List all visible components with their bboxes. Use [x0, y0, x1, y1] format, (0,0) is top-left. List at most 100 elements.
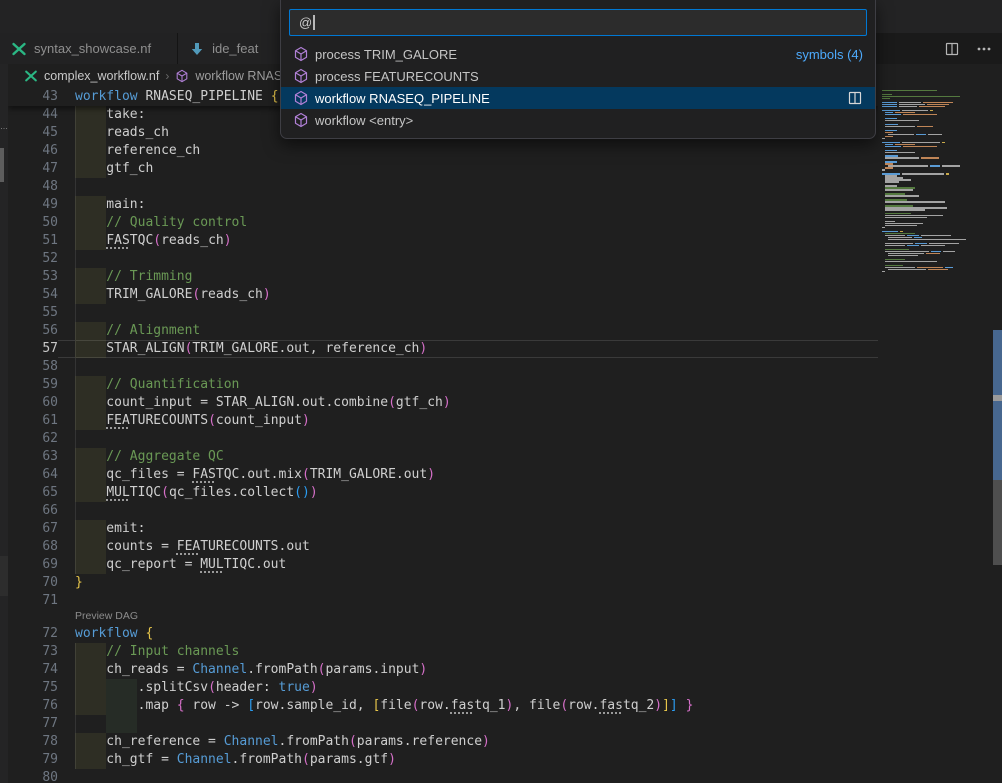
line-number[interactable]: 49: [8, 196, 58, 214]
code-line[interactable]: 56 // Alignment: [8, 322, 878, 340]
line-number[interactable]: 47: [8, 160, 58, 178]
code-line[interactable]: 49 main:: [8, 196, 878, 214]
code-line[interactable]: 73 // Input channels: [8, 643, 878, 661]
code-line[interactable]: 60 count_input = STAR_ALIGN.out.combine(…: [8, 394, 878, 412]
line-number[interactable]: 52: [8, 250, 58, 268]
line-number[interactable]: 43: [8, 88, 58, 106]
line-number[interactable]: 69: [8, 556, 58, 574]
quick-pick-item[interactable]: workflow <entry>: [281, 109, 875, 131]
line-number[interactable]: 77: [8, 715, 58, 733]
line-number[interactable]: 62: [8, 430, 58, 448]
code-line[interactable]: 57 STAR_ALIGN(TRIM_GALORE.out, reference…: [8, 340, 878, 358]
code-line[interactable]: 47 gtf_ch: [8, 160, 878, 178]
code-line[interactable]: 78 ch_reference = Channel.fromPath(param…: [8, 733, 878, 751]
line-number[interactable]: 57: [8, 340, 58, 358]
code-line[interactable]: 75 .splitCsv(header: true): [8, 679, 878, 697]
quick-pick-item[interactable]: process TRIM_GALOREsymbols (4): [281, 43, 875, 65]
code-line[interactable]: 64 qc_files = FASTQC.out.mix(TRIM_GALORE…: [8, 466, 878, 484]
indent-highlight-band: [75, 697, 106, 715]
breadcrumb-file[interactable]: complex_workflow.nf: [44, 69, 159, 83]
line-number[interactable]: 59: [8, 376, 58, 394]
code-line[interactable]: 54 TRIM_GALORE(reads_ch): [8, 286, 878, 304]
open-to-side-icon[interactable]: [847, 90, 863, 106]
code-line[interactable]: 51 FASTQC(reads_ch): [8, 232, 878, 250]
nextflow-icon: [24, 69, 38, 83]
line-number[interactable]: 46: [8, 142, 58, 160]
code-line[interactable]: 79 ch_gtf = Channel.fromPath(params.gtf): [8, 751, 878, 769]
code-line[interactable]: 80: [8, 769, 878, 783]
code-line[interactable]: 59 // Quantification: [8, 376, 878, 394]
code-line[interactable]: 55: [8, 304, 878, 322]
code-line[interactable]: 74 ch_reads = Channel.fromPath(params.in…: [8, 661, 878, 679]
code-line[interactable]: 72workflow {: [8, 625, 878, 643]
quick-pick-input[interactable]: @: [289, 9, 867, 36]
tab-syntax-showcase[interactable]: syntax_showcase.nf: [0, 33, 178, 64]
code-line[interactable]: 62: [8, 430, 878, 448]
quick-pick-item[interactable]: process FEATURECOUNTS: [281, 65, 875, 87]
line-number[interactable]: 74: [8, 661, 58, 679]
code-line[interactable]: 67 emit:: [8, 520, 878, 538]
line-number[interactable]: 78: [8, 733, 58, 751]
code-line[interactable]: 69 qc_report = MULTIQC.out: [8, 556, 878, 574]
line-number[interactable]: 64: [8, 466, 58, 484]
line-number[interactable]: 58: [8, 358, 58, 376]
line-number[interactable]: 79: [8, 751, 58, 769]
line-number[interactable]: 55: [8, 304, 58, 322]
line-number[interactable]: 51: [8, 232, 58, 250]
breadcrumb-separator: ›: [165, 69, 169, 83]
code-line[interactable]: 76 .map { row -> [row.sample_id, [file(r…: [8, 697, 878, 715]
line-number[interactable]: 75: [8, 679, 58, 697]
split-editor-icon[interactable]: [944, 41, 960, 57]
line-number[interactable]: 80: [8, 769, 58, 783]
line-number[interactable]: 56: [8, 322, 58, 340]
code-line[interactable]: 66: [8, 502, 878, 520]
line-number[interactable]: 76: [8, 697, 58, 715]
more-actions-icon[interactable]: [976, 41, 992, 57]
code-line-content: ch_gtf = Channel.fromPath(params.gtf): [58, 751, 878, 769]
line-number[interactable]: 68: [8, 538, 58, 556]
symbol-cube-icon: [175, 69, 189, 83]
line-number[interactable]: 53: [8, 268, 58, 286]
code-editor[interactable]: 43workflow RNASEQ_PIPELINE {44 take:45 r…: [8, 88, 878, 783]
line-number[interactable]: 67: [8, 520, 58, 538]
overview-ruler[interactable]: [993, 88, 1002, 783]
line-number[interactable]: 60: [8, 394, 58, 412]
ruler-scrollbar-slider[interactable]: [993, 480, 1002, 565]
line-number[interactable]: 66: [8, 502, 58, 520]
code-line[interactable]: 77: [8, 715, 878, 733]
code-line[interactable]: 68 counts = FEATURECOUNTS.out: [8, 538, 878, 556]
code-line[interactable]: 52: [8, 250, 878, 268]
line-number[interactable]: 50: [8, 214, 58, 232]
line-number[interactable]: 73: [8, 643, 58, 661]
code-line[interactable]: 65 MULTIQC(qc_files.collect()): [8, 484, 878, 502]
indent-guide: [75, 502, 76, 520]
sliver-scroll-handle[interactable]: [0, 148, 4, 182]
quick-pick-item[interactable]: workflow RNASEQ_PIPELINE: [281, 87, 875, 109]
code-line[interactable]: 71: [8, 592, 878, 610]
line-number[interactable]: 61: [8, 412, 58, 430]
code-line[interactable]: 63 // Aggregate QC: [8, 448, 878, 466]
indent-highlight-band: [75, 286, 106, 304]
line-number[interactable]: 44: [8, 106, 58, 124]
code-line[interactable]: 61 FEATURECOUNTS(count_input): [8, 412, 878, 430]
line-number[interactable]: 70: [8, 574, 58, 592]
code-line[interactable]: 46 reference_ch: [8, 142, 878, 160]
line-number[interactable]: 45: [8, 124, 58, 142]
line-number[interactable]: 65: [8, 484, 58, 502]
code-line[interactable]: 50 // Quality control: [8, 214, 878, 232]
minimap[interactable]: [878, 88, 993, 783]
code-line-content: qc_report = MULTIQC.out: [58, 556, 878, 574]
line-number[interactable]: 54: [8, 286, 58, 304]
code-line[interactable]: 53 // Trimming: [8, 268, 878, 286]
line-number[interactable]: 63: [8, 448, 58, 466]
indent-highlight-band: [75, 106, 106, 124]
line-number[interactable]: 71: [8, 592, 58, 610]
code-line[interactable]: 58: [8, 358, 878, 376]
line-number[interactable]: 72: [8, 625, 58, 643]
indent-highlight-band: [75, 124, 106, 142]
line-number[interactable]: 48: [8, 178, 58, 196]
tab-ide-feat[interactable]: ide_feat: [178, 33, 285, 64]
code-line-content: // Aggregate QC: [58, 448, 878, 466]
code-line[interactable]: 70}: [8, 574, 878, 592]
code-line[interactable]: 48: [8, 178, 878, 196]
